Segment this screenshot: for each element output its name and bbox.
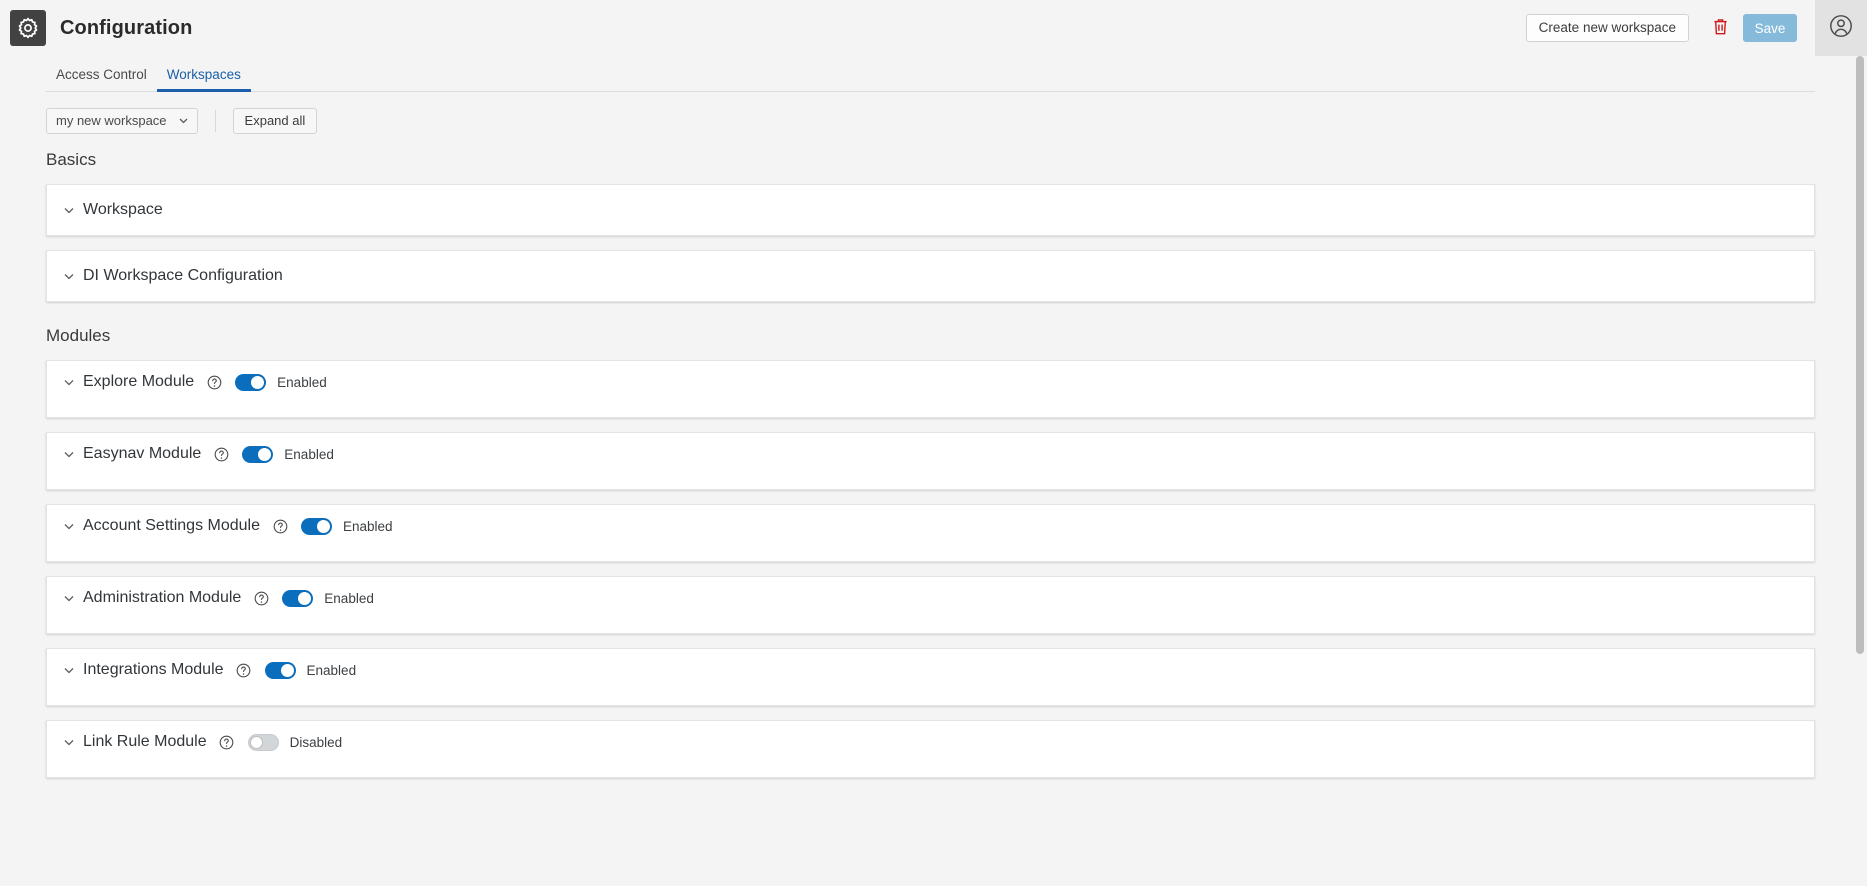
module-toggle-easynav[interactable]	[242, 445, 274, 463]
chevron-down-icon	[177, 114, 190, 127]
section-title-basics: Basics	[46, 150, 97, 169]
workspace-toolbar: my new workspace Expand all	[0, 92, 1867, 136]
panel-explore-module[interactable]: Explore Module Enabled	[46, 360, 1815, 418]
workspace-select[interactable]: my new workspace	[46, 107, 198, 134]
page-title: Configuration	[60, 16, 193, 39]
delete-workspace-button[interactable]	[1703, 13, 1737, 43]
panel-title: Link Rule Module	[83, 733, 207, 750]
chevron-down-icon[interactable]	[60, 445, 78, 463]
panel-di-workspace-configuration[interactable]: DI Workspace Configuration	[46, 250, 1815, 302]
chevron-down-icon[interactable]	[60, 517, 78, 535]
module-toggle-label: Enabled	[277, 374, 327, 390]
user-avatar-icon	[1828, 13, 1854, 44]
workspace-select-value: my new workspace	[56, 113, 167, 128]
gear-icon	[10, 10, 46, 46]
module-toggle-account-settings[interactable]	[301, 517, 332, 535]
configuration-content: Basics Workspace DI Workspace Configurat	[0, 136, 1867, 886]
chevron-down-icon[interactable]	[60, 373, 78, 391]
module-toggle-integrations[interactable]	[264, 661, 296, 679]
app-header: Configuration Create new workspace Save	[0, 0, 1867, 56]
panel-integrations-module-header[interactable]: Integrations Module Enabled	[47, 649, 356, 687]
module-toggle-label: Enabled	[324, 590, 374, 606]
module-toggle-explore[interactable]	[235, 373, 267, 391]
trash-icon	[1712, 17, 1729, 39]
configuration-app: Configuration Create new workspace Save	[0, 0, 1867, 886]
panel-administration-module[interactable]: Administration Module Enabled	[46, 576, 1815, 634]
panel-link-rule-module-header[interactable]: Link Rule Module Disabled	[47, 721, 342, 759]
panel-workspace-header[interactable]: Workspace	[47, 185, 163, 235]
chevron-down-icon[interactable]	[60, 201, 78, 219]
module-toggle-label: Disabled	[289, 734, 343, 750]
panel-title: Explore Module	[83, 373, 195, 390]
module-toggle-label: Enabled	[343, 518, 393, 534]
chevron-down-icon[interactable]	[60, 661, 78, 679]
module-toggle-label: Enabled	[284, 446, 334, 462]
panel-title: Administration Module	[83, 589, 242, 606]
panel-title: Easynav Module	[83, 445, 202, 462]
help-circle-icon[interactable]	[272, 518, 288, 534]
chevron-down-icon[interactable]	[60, 267, 78, 285]
help-circle-icon[interactable]	[253, 590, 269, 606]
tab-workspaces[interactable]: Workspaces	[156, 68, 251, 92]
toggle-knob	[298, 591, 312, 605]
panel-workspace[interactable]: Workspace	[46, 184, 1815, 236]
panel-title: Integrations Module	[83, 661, 224, 678]
page-scrollbar[interactable]	[1853, 56, 1867, 886]
panel-integrations-module[interactable]: Integrations Module Enabled	[46, 648, 1815, 706]
toggle-knob	[251, 375, 265, 389]
panel-account-settings-module[interactable]: Account Settings Module Enabled	[46, 504, 1815, 562]
chevron-down-icon[interactable]	[60, 733, 78, 751]
panel-link-rule-module[interactable]: Link Rule Module Disabled	[46, 720, 1815, 778]
module-toggle-link-rule[interactable]	[247, 733, 279, 751]
panel-explore-module-header[interactable]: Explore Module Enabled	[47, 361, 327, 399]
toolbar-divider	[214, 109, 216, 132]
user-menu-button[interactable]	[1815, 0, 1867, 56]
help-circle-icon[interactable]	[236, 662, 252, 678]
help-circle-icon[interactable]	[206, 374, 222, 390]
panel-title: Account Settings Module	[83, 517, 260, 534]
save-button[interactable]: Save	[1743, 14, 1797, 42]
section-title-modules: Modules	[46, 326, 111, 345]
tab-access-control[interactable]: Access Control	[46, 68, 157, 91]
chevron-down-icon[interactable]	[60, 589, 78, 607]
panel-administration-module-header[interactable]: Administration Module Enabled	[47, 577, 374, 615]
panel-easynav-module-header[interactable]: Easynav Module Enabled	[47, 433, 334, 471]
toggle-knob	[249, 735, 263, 749]
page-scrollbar-thumb[interactable]	[1856, 56, 1864, 654]
panel-title: DI Workspace Configuration	[83, 267, 283, 284]
panel-easynav-module[interactable]: Easynav Module Enabled	[46, 432, 1815, 490]
help-circle-icon[interactable]	[213, 446, 229, 462]
toggle-knob	[280, 663, 294, 677]
expand-all-button[interactable]: Expand all	[232, 107, 318, 134]
tab-list: Access Control Workspaces	[46, 56, 1815, 92]
toggle-knob	[258, 447, 272, 461]
panel-di-workspace-configuration-header[interactable]: DI Workspace Configuration	[47, 251, 283, 301]
help-circle-icon[interactable]	[219, 734, 235, 750]
toggle-knob	[317, 519, 330, 533]
create-new-workspace-button[interactable]: Create new workspace	[1525, 14, 1689, 42]
module-toggle-label: Enabled	[306, 662, 357, 678]
panel-account-settings-module-header[interactable]: Account Settings Module Enabled	[47, 505, 393, 543]
tabs-bar: Access Control Workspaces	[0, 56, 1867, 92]
module-toggle-administration[interactable]	[282, 589, 314, 607]
header-actions: Create new workspace Save	[1525, 0, 1867, 56]
panel-title: Workspace	[83, 201, 163, 218]
